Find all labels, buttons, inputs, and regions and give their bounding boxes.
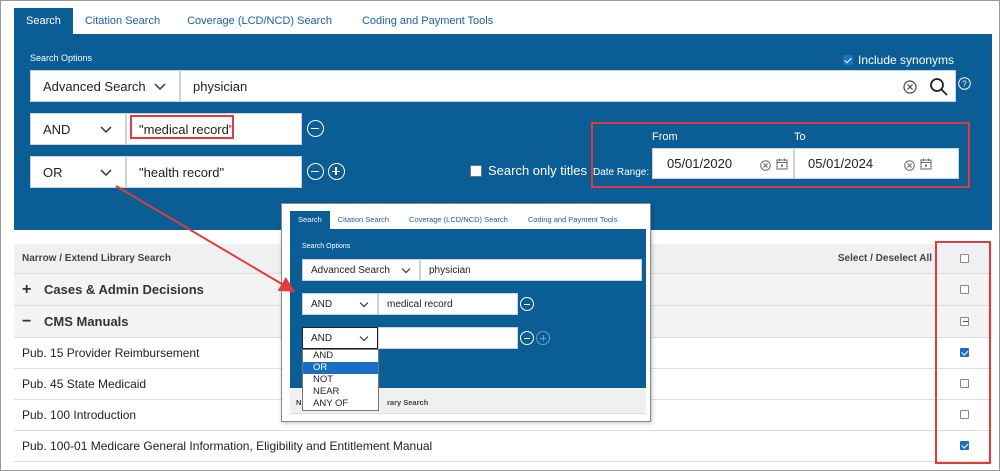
include-synonyms[interactable]: Include synonyms	[843, 53, 954, 67]
from-label: From	[652, 131, 678, 143]
to-label: To	[794, 131, 806, 143]
row1-operator-select[interactable]: AND	[30, 113, 126, 145]
dropdown-option-or[interactable]: OR	[303, 362, 378, 374]
calendar-icon[interactable]	[920, 158, 932, 170]
main-tabs: Search Citation Search Coverage (LCD/NCD…	[14, 8, 505, 34]
from-date-value: 05/01/2020	[667, 156, 733, 171]
library-item-label: Pub. 15 Provider Reimbursement	[22, 346, 200, 360]
checkbox-column-highlight	[935, 241, 991, 464]
inset-row2-operator-value: AND	[311, 332, 333, 344]
row1-operator-value: AND	[43, 121, 71, 137]
select-deselect-all-label[interactable]: Select / Deselect All	[838, 253, 932, 264]
clear-icon[interactable]	[903, 80, 917, 94]
inset-remove-row-button	[520, 331, 534, 345]
library-header-label: Narrow / Extend Library Search	[22, 253, 171, 264]
inset-row1-operator-value: AND	[311, 298, 333, 310]
inset-query-input: physician	[420, 259, 642, 281]
row2-operator-value: OR	[43, 164, 63, 180]
chevron-down-icon	[359, 299, 369, 309]
remove-row1-button[interactable]	[307, 120, 324, 137]
chevron-down-icon	[153, 79, 167, 93]
operator-dropdown-list: AND OR NOT NEAR ANY OF	[302, 349, 379, 411]
to-date-input[interactable]: 05/01/2024	[794, 148, 959, 179]
chevron-down-icon	[99, 122, 113, 136]
tab-citation-search[interactable]: Citation Search	[73, 8, 172, 34]
inset-tabs: Search Citation Search Coverage (LCD/NCD…	[290, 211, 625, 229]
inset-mode-select: Advanced Search	[302, 259, 420, 281]
clear-date-icon[interactable]	[904, 159, 915, 171]
search-icon[interactable]	[929, 77, 949, 97]
library-group-label: CMS Manuals	[44, 314, 129, 329]
inset-search-options-label: Search Options	[302, 243, 351, 250]
tab-search[interactable]: Search	[14, 8, 73, 34]
inset-tab-citation-search: Citation Search	[337, 215, 390, 224]
inset-row1-term-value: medical record	[387, 298, 453, 310]
search-query-value: physician	[193, 78, 248, 94]
tab-coding-payment-tools[interactable]: Coding and Payment Tools	[347, 8, 505, 34]
library-item-label: Pub. 100 Introduction	[22, 408, 137, 422]
chevron-down-icon	[359, 333, 369, 343]
include-synonyms-checkbox[interactable]	[843, 55, 853, 65]
svg-text:?: ?	[962, 80, 967, 89]
inset-row1-term: medical record	[378, 293, 518, 315]
row2-term-input[interactable]: "health record"	[126, 156, 302, 188]
inset-add-row-button	[536, 331, 550, 345]
dropdown-option-and[interactable]: AND	[303, 350, 378, 362]
from-date-input[interactable]: 05/01/2020	[652, 148, 794, 179]
inset-library-header-end: rary Search	[387, 398, 429, 407]
inset-tab-coverage-search: Coverage (LCD/NCD) Search	[409, 215, 508, 224]
search-only-titles-label: Search only titles	[488, 163, 587, 178]
collapse-icon[interactable]: −	[22, 313, 36, 331]
calendar-icon[interactable]	[776, 158, 788, 170]
tab-coverage-search[interactable]: Coverage (LCD/NCD) Search	[172, 8, 347, 34]
inset-library-header-start: N	[296, 398, 302, 407]
expand-icon[interactable]: +	[22, 281, 36, 299]
chevron-down-icon	[401, 265, 411, 275]
inset-mode-value: Advanced Search	[311, 264, 390, 276]
library-item[interactable]: Pub. 100-01 Medicare General Information…	[14, 431, 992, 462]
add-row-button[interactable]	[328, 163, 345, 180]
chevron-down-icon	[99, 165, 113, 179]
dropdown-option-near[interactable]: NEAR	[303, 386, 378, 398]
search-mode-value: Advanced Search	[43, 78, 146, 94]
search-only-titles-checkbox[interactable]	[470, 164, 482, 177]
inset-row2-term	[378, 327, 518, 349]
dropdown-option-any-of[interactable]: ANY OF	[303, 398, 378, 410]
search-mode-select[interactable]: Advanced Search	[30, 70, 180, 102]
dropdown-option-not[interactable]: NOT	[303, 374, 378, 386]
inset-tab-search: Search	[290, 211, 330, 229]
date-range-label: Date Range:	[593, 167, 650, 178]
library-item-label: Pub. 45 State Medicaid	[22, 377, 147, 391]
include-synonyms-label: Include synonyms	[858, 53, 955, 67]
row2-operator-select[interactable]: OR	[30, 156, 126, 188]
inset-query-value: physician	[429, 264, 471, 276]
search-options-label: Search Options	[30, 53, 93, 63]
library-group-label: Cases & Admin Decisions	[44, 282, 204, 297]
inset-row1-operator: AND	[302, 293, 378, 315]
library-item-label: Pub. 100-01 Medicare General Information…	[22, 439, 433, 453]
clear-date-icon[interactable]	[760, 159, 771, 171]
row2-term-value: "health record"	[139, 164, 225, 180]
help-icon[interactable]: ?	[958, 77, 971, 90]
inset-row2-operator: AND	[302, 327, 378, 349]
remove-row2-button[interactable]	[307, 163, 324, 180]
search-only-titles[interactable]: Search only titles	[470, 163, 587, 178]
row1-term-highlight	[130, 115, 234, 139]
to-date-value: 05/01/2024	[808, 156, 874, 171]
inset-tab-coding-payment-tools: Coding and Payment Tools	[527, 215, 618, 224]
search-query-input[interactable]: physician	[180, 70, 956, 102]
dropdown-example-inset: Search Citation Search Coverage (LCD/NCD…	[281, 203, 651, 422]
search-panel: Search Options Include synonyms Advanced…	[14, 34, 992, 230]
inset-remove-row-button	[520, 297, 534, 311]
